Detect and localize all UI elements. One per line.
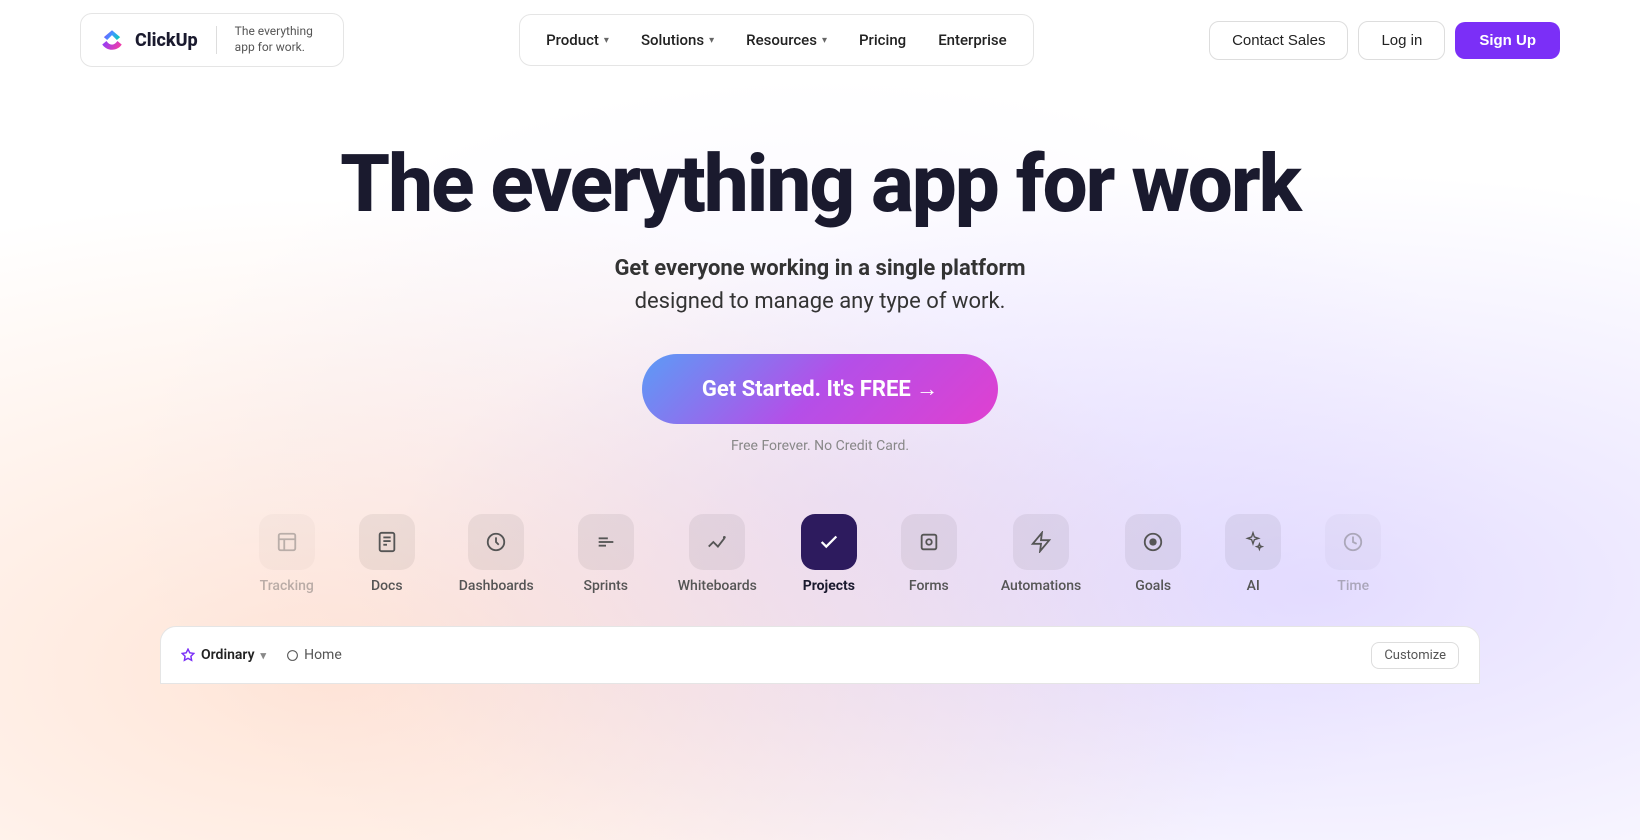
chevron-down-icon: ▾ xyxy=(822,35,827,46)
tab-label-docs: Docs xyxy=(371,578,403,594)
tab-label-automations: Automations xyxy=(1001,578,1081,594)
contact-sales-button[interactable]: Contact Sales xyxy=(1209,21,1348,60)
tab-whiteboards[interactable]: Whiteboards xyxy=(660,502,775,606)
tab-label-goals: Goals xyxy=(1135,578,1171,594)
dashboards-icon-wrap xyxy=(468,514,524,570)
tab-label-forms: Forms xyxy=(909,578,949,594)
tab-label-projects: Projects xyxy=(803,578,855,594)
goals-icon-wrap xyxy=(1125,514,1181,570)
nav-item-resources[interactable]: Resources ▾ xyxy=(732,23,841,57)
hero-title: The everything app for work xyxy=(0,140,1640,228)
tab-goals[interactable]: Goals xyxy=(1107,502,1199,606)
tab-label-sprints: Sprints xyxy=(583,578,628,594)
tab-dashboards[interactable]: Dashboards xyxy=(441,502,552,606)
chevron-down-icon: ▾ xyxy=(709,35,714,46)
nav-item-pricing[interactable]: Pricing xyxy=(845,23,920,57)
logo-button[interactable]: ClickUp The everything app for work. xyxy=(80,13,344,66)
projects-icon-wrap xyxy=(801,514,857,570)
tab-docs[interactable]: Docs xyxy=(341,502,433,606)
sprints-icon-wrap xyxy=(578,514,634,570)
cta-button[interactable]: Get Started. It's FREE → xyxy=(642,354,998,424)
demo-toolbar: Ordinary ▾ Home Customize xyxy=(160,626,1480,684)
automations-icon-wrap xyxy=(1013,514,1069,570)
hero-subtitle: Get everyone working in a single platfor… xyxy=(0,252,1640,318)
workspace-selector[interactable]: Ordinary ▾ xyxy=(181,647,266,663)
tab-ai[interactable]: AI xyxy=(1207,502,1299,606)
tab-time[interactable]: Time xyxy=(1307,502,1399,606)
logo-tagline: The everything app for work. xyxy=(235,24,325,55)
signup-button[interactable]: Sign Up xyxy=(1455,22,1560,59)
tab-forms[interactable]: Forms xyxy=(883,502,975,606)
tab-label-whiteboards: Whiteboards xyxy=(678,578,757,594)
clickup-logo-icon xyxy=(99,27,125,53)
hero-section: The everything app for work Get everyone… xyxy=(0,80,1640,454)
chevron-down-icon: ▾ xyxy=(604,35,609,46)
login-button[interactable]: Log in xyxy=(1358,21,1445,60)
tracking-icon-wrap xyxy=(259,514,315,570)
nav-actions: Contact Sales Log in Sign Up xyxy=(1209,21,1560,60)
tab-label-time: Time xyxy=(1337,578,1369,594)
workspace-chevron-icon: ▾ xyxy=(261,649,267,662)
nav-menu: Product ▾ Solutions ▾ Resources ▾ Pricin… xyxy=(519,14,1034,66)
forms-icon-wrap xyxy=(901,514,957,570)
feature-tabs: Tracking Docs Dashboards Sprints xyxy=(0,502,1640,606)
home-icon xyxy=(286,649,299,662)
logo-divider xyxy=(216,26,217,54)
tab-projects[interactable]: Projects xyxy=(783,502,875,606)
tab-label-dashboards: Dashboards xyxy=(459,578,534,594)
workspace-icon xyxy=(181,648,195,662)
logo-name: ClickUp xyxy=(135,30,198,51)
customize-button[interactable]: Customize xyxy=(1371,642,1459,669)
nav-item-enterprise[interactable]: Enterprise xyxy=(924,23,1020,57)
nav-item-solutions[interactable]: Solutions ▾ xyxy=(627,23,728,57)
navbar: ClickUp The everything app for work. Pro… xyxy=(0,0,1640,80)
hero-note: Free Forever. No Credit Card. xyxy=(0,438,1640,454)
nav-item-product[interactable]: Product ▾ xyxy=(532,23,623,57)
time-icon-wrap xyxy=(1325,514,1381,570)
tab-label-ai: AI xyxy=(1247,578,1260,594)
tab-label-tracking: Tracking xyxy=(260,578,314,594)
tab-sprints[interactable]: Sprints xyxy=(560,502,652,606)
tab-tracking[interactable]: Tracking xyxy=(241,502,333,606)
docs-icon-wrap xyxy=(359,514,415,570)
whiteboards-icon-wrap xyxy=(689,514,745,570)
ai-icon-wrap xyxy=(1225,514,1281,570)
home-link[interactable]: Home xyxy=(286,647,342,663)
tab-automations[interactable]: Automations xyxy=(983,502,1099,606)
